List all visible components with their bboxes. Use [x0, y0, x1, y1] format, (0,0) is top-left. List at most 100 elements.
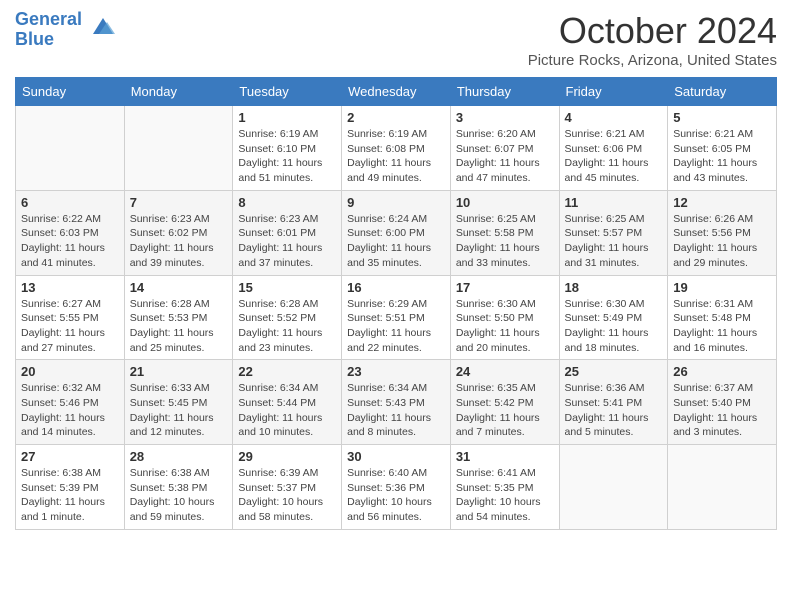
day-number: 26: [673, 364, 771, 379]
calendar-cell: 29 Sunrise: 6:39 AM Sunset: 5:37 PM Dayli…: [233, 445, 342, 530]
calendar-week-row: 6 Sunrise: 6:22 AM Sunset: 6:03 PM Daylig…: [16, 190, 777, 275]
calendar-cell: 30Sunrise: 6:40 AM Sunset: 5:36 PM Dayli…: [342, 445, 451, 530]
day-info: Sunrise: 6:19 AM Sunset: 6:10 PM Dayligh…: [238, 127, 336, 186]
calendar-week-row: 1 Sunrise: 6:19 AM Sunset: 6:10 PM Daylig…: [16, 106, 777, 191]
day-number: 19: [673, 280, 771, 295]
calendar-cell: [124, 106, 233, 191]
calendar-cell: 1 Sunrise: 6:19 AM Sunset: 6:10 PM Daylig…: [233, 106, 342, 191]
title-block: October 2024 Picture Rocks, Arizona, Uni…: [528, 10, 777, 69]
day-number: 7: [130, 195, 228, 210]
calendar-cell: 17 Sunrise: 6:30 AM Sunset: 5:50 PM Dayli…: [450, 275, 559, 360]
calendar-cell: 7 Sunrise: 6:23 AM Sunset: 6:02 PM Daylig…: [124, 190, 233, 275]
day-info: Sunrise: 6:39 AM Sunset: 5:37 PM Dayligh…: [238, 466, 336, 525]
day-info: Sunrise: 6:36 AM Sunset: 5:41 PM Dayligh…: [565, 381, 663, 440]
day-info: Sunrise: 6:34 AM Sunset: 5:43 PM Dayligh…: [347, 381, 445, 440]
calendar-header-row: SundayMondayTuesdayWednesdayThursdayFrid…: [16, 78, 777, 106]
day-number: 24: [456, 364, 554, 379]
logo: General Blue: [15, 10, 117, 50]
calendar-cell: 8 Sunrise: 6:23 AM Sunset: 6:01 PM Daylig…: [233, 190, 342, 275]
day-number: 29: [238, 449, 336, 464]
day-number: 1: [238, 110, 336, 125]
day-number: 8: [238, 195, 336, 210]
day-info: Sunrise: 6:26 AM Sunset: 5:56 PM Dayligh…: [673, 212, 771, 271]
day-info: Sunrise: 6:20 AM Sunset: 6:07 PM Dayligh…: [456, 127, 554, 186]
calendar-cell: 12 Sunrise: 6:26 AM Sunset: 5:56 PM Dayli…: [668, 190, 777, 275]
calendar-cell: 6 Sunrise: 6:22 AM Sunset: 6:03 PM Daylig…: [16, 190, 125, 275]
day-number: 18: [565, 280, 663, 295]
calendar-week-row: 20Sunrise: 6:32 AM Sunset: 5:46 PM Dayli…: [16, 360, 777, 445]
calendar-week-row: 13 Sunrise: 6:27 AM Sunset: 5:55 PM Dayli…: [16, 275, 777, 360]
calendar-cell: 23 Sunrise: 6:34 AM Sunset: 5:43 PM Dayli…: [342, 360, 451, 445]
day-info: Sunrise: 6:32 AM Sunset: 5:46 PM Dayligh…: [21, 381, 119, 440]
day-info: Sunrise: 6:23 AM Sunset: 6:02 PM Dayligh…: [130, 212, 228, 271]
day-info: Sunrise: 6:33 AM Sunset: 5:45 PM Dayligh…: [130, 381, 228, 440]
calendar-cell: 13 Sunrise: 6:27 AM Sunset: 5:55 PM Dayli…: [16, 275, 125, 360]
day-number: 31: [456, 449, 554, 464]
day-header-saturday: Saturday: [668, 78, 777, 106]
day-info: Sunrise: 6:28 AM Sunset: 5:53 PM Dayligh…: [130, 297, 228, 356]
day-info: Sunrise: 6:30 AM Sunset: 5:50 PM Dayligh…: [456, 297, 554, 356]
day-number: 25: [565, 364, 663, 379]
calendar-cell: [16, 106, 125, 191]
day-info: Sunrise: 6:24 AM Sunset: 6:00 PM Dayligh…: [347, 212, 445, 271]
calendar-cell: 27Sunrise: 6:38 AM Sunset: 5:39 PM Dayli…: [16, 445, 125, 530]
day-info: Sunrise: 6:41 AM Sunset: 5:35 PM Dayligh…: [456, 466, 554, 525]
day-info: Sunrise: 6:21 AM Sunset: 6:06 PM Dayligh…: [565, 127, 663, 186]
day-number: 23: [347, 364, 445, 379]
day-number: 4: [565, 110, 663, 125]
calendar-cell: 5Sunrise: 6:21 AM Sunset: 6:05 PM Daylig…: [668, 106, 777, 191]
day-number: 12: [673, 195, 771, 210]
day-info: Sunrise: 6:29 AM Sunset: 5:51 PM Dayligh…: [347, 297, 445, 356]
day-number: 10: [456, 195, 554, 210]
logo-icon: [85, 10, 117, 42]
day-number: 13: [21, 280, 119, 295]
calendar-cell: 19 Sunrise: 6:31 AM Sunset: 5:48 PM Dayli…: [668, 275, 777, 360]
logo-text: General Blue: [15, 10, 82, 50]
day-number: 16: [347, 280, 445, 295]
calendar-cell: 10 Sunrise: 6:25 AM Sunset: 5:58 PM Dayli…: [450, 190, 559, 275]
day-info: Sunrise: 6:21 AM Sunset: 6:05 PM Dayligh…: [673, 127, 771, 186]
day-number: 15: [238, 280, 336, 295]
calendar-cell: 25 Sunrise: 6:36 AM Sunset: 5:41 PM Dayli…: [559, 360, 668, 445]
day-header-wednesday: Wednesday: [342, 78, 451, 106]
day-info: Sunrise: 6:28 AM Sunset: 5:52 PM Dayligh…: [238, 297, 336, 356]
day-info: Sunrise: 6:38 AM Sunset: 5:38 PM Dayligh…: [130, 466, 228, 525]
day-info: Sunrise: 6:34 AM Sunset: 5:44 PM Dayligh…: [238, 381, 336, 440]
calendar-cell: 24 Sunrise: 6:35 AM Sunset: 5:42 PM Dayli…: [450, 360, 559, 445]
calendar-cell: 15 Sunrise: 6:28 AM Sunset: 5:52 PM Dayli…: [233, 275, 342, 360]
day-info: Sunrise: 6:25 AM Sunset: 5:58 PM Dayligh…: [456, 212, 554, 271]
calendar-cell: 11Sunrise: 6:25 AM Sunset: 5:57 PM Dayli…: [559, 190, 668, 275]
day-number: 11: [565, 195, 663, 210]
calendar-cell: 4 Sunrise: 6:21 AM Sunset: 6:06 PM Daylig…: [559, 106, 668, 191]
day-info: Sunrise: 6:27 AM Sunset: 5:55 PM Dayligh…: [21, 297, 119, 356]
calendar-cell: 3 Sunrise: 6:20 AM Sunset: 6:07 PM Daylig…: [450, 106, 559, 191]
calendar-cell: 16 Sunrise: 6:29 AM Sunset: 5:51 PM Dayli…: [342, 275, 451, 360]
day-info: Sunrise: 6:40 AM Sunset: 5:36 PM Dayligh…: [347, 466, 445, 525]
calendar-cell: 20Sunrise: 6:32 AM Sunset: 5:46 PM Dayli…: [16, 360, 125, 445]
day-number: 27: [21, 449, 119, 464]
calendar-cell: [668, 445, 777, 530]
calendar-cell: 26 Sunrise: 6:37 AM Sunset: 5:40 PM Dayli…: [668, 360, 777, 445]
calendar-week-row: 27Sunrise: 6:38 AM Sunset: 5:39 PM Dayli…: [16, 445, 777, 530]
calendar-cell: 22Sunrise: 6:34 AM Sunset: 5:44 PM Dayli…: [233, 360, 342, 445]
day-info: Sunrise: 6:23 AM Sunset: 6:01 PM Dayligh…: [238, 212, 336, 271]
day-info: Sunrise: 6:22 AM Sunset: 6:03 PM Dayligh…: [21, 212, 119, 271]
day-info: Sunrise: 6:31 AM Sunset: 5:48 PM Dayligh…: [673, 297, 771, 356]
day-number: 14: [130, 280, 228, 295]
day-number: 21: [130, 364, 228, 379]
day-info: Sunrise: 6:35 AM Sunset: 5:42 PM Dayligh…: [456, 381, 554, 440]
day-info: Sunrise: 6:30 AM Sunset: 5:49 PM Dayligh…: [565, 297, 663, 356]
day-number: 6: [21, 195, 119, 210]
location: Picture Rocks, Arizona, United States: [528, 52, 777, 69]
day-header-thursday: Thursday: [450, 78, 559, 106]
calendar-cell: 18 Sunrise: 6:30 AM Sunset: 5:49 PM Dayli…: [559, 275, 668, 360]
calendar-cell: 2Sunrise: 6:19 AM Sunset: 6:08 PM Daylig…: [342, 106, 451, 191]
day-header-tuesday: Tuesday: [233, 78, 342, 106]
day-number: 3: [456, 110, 554, 125]
day-number: 28: [130, 449, 228, 464]
day-info: Sunrise: 6:37 AM Sunset: 5:40 PM Dayligh…: [673, 381, 771, 440]
calendar-cell: 28 Sunrise: 6:38 AM Sunset: 5:38 PM Dayli…: [124, 445, 233, 530]
calendar-cell: [559, 445, 668, 530]
day-number: 17: [456, 280, 554, 295]
page-header: General Blue October 2024 Picture Rocks,…: [15, 10, 777, 69]
